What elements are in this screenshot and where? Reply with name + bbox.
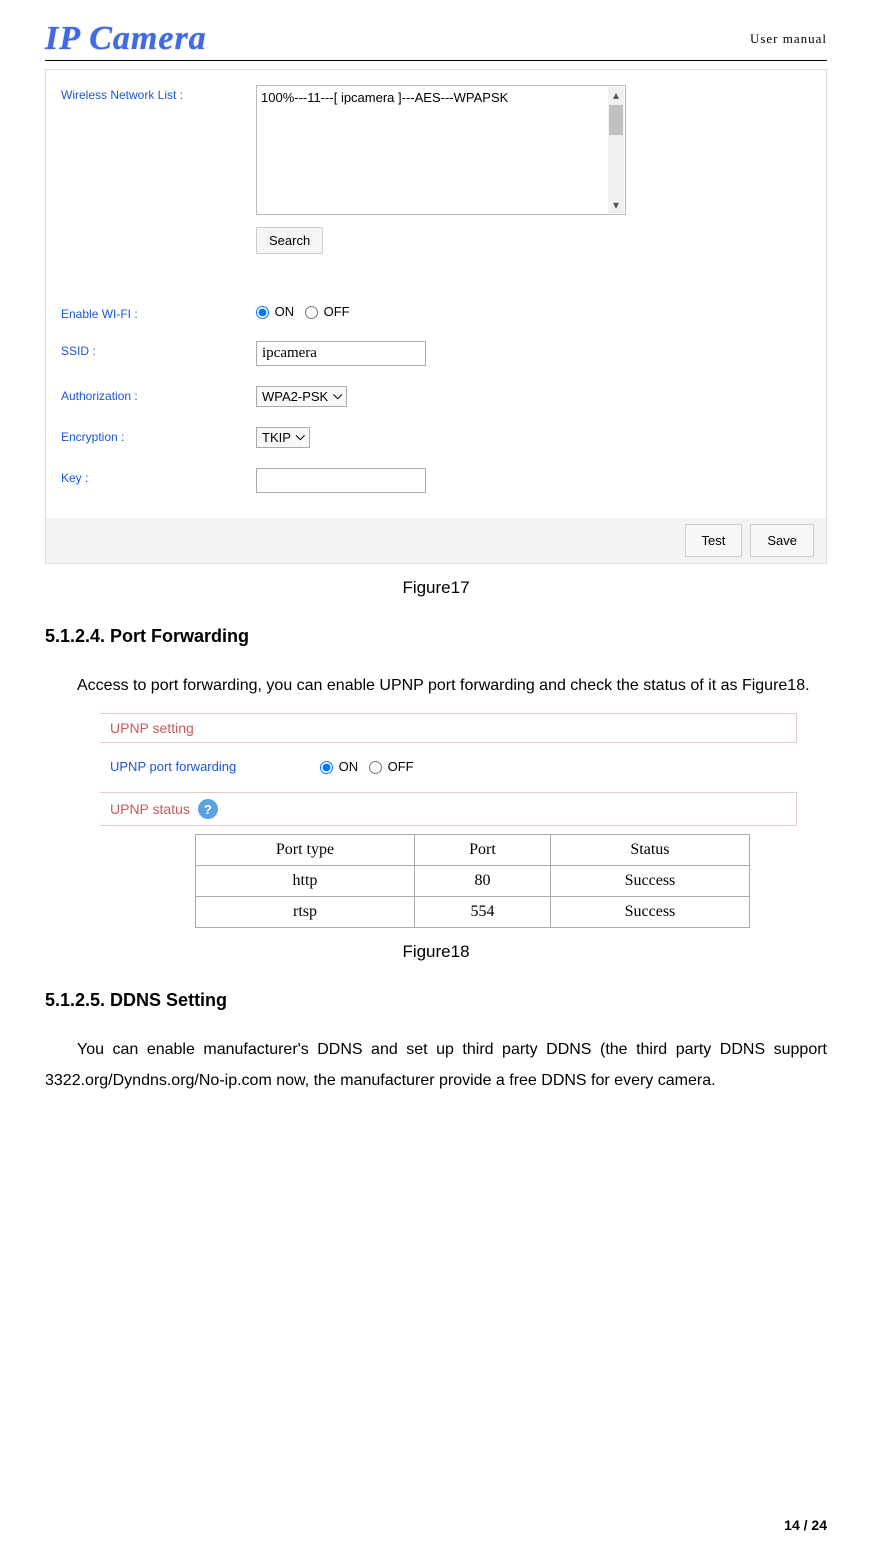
scroll-down-icon[interactable]: ▾: [613, 197, 619, 213]
brand-logo: IP Camera: [45, 20, 207, 58]
upnp-forwarding-label: UPNP port forwarding: [110, 759, 320, 774]
save-button[interactable]: Save: [750, 524, 814, 557]
cell-port: 554: [414, 897, 550, 928]
th-port-type: Port type: [196, 835, 415, 866]
upnp-on-label: ON: [339, 759, 359, 774]
cell-status: Success: [550, 897, 749, 928]
cell-status: Success: [550, 866, 749, 897]
wifi-on-radio[interactable]: [256, 306, 269, 319]
figure17-panel: Wireless Network List : 100%---11---[ ip…: [45, 69, 827, 564]
encryption-label: Encryption :: [61, 427, 256, 444]
section-5125-paragraph: You can enable manufacturer's DDNS and s…: [45, 1035, 827, 1096]
ssid-input[interactable]: [256, 341, 426, 366]
figure18-panel: UPNP setting UPNP port forwarding ON OFF…: [100, 713, 797, 928]
scroll-up-icon[interactable]: ▴: [613, 87, 619, 103]
upnp-off-radio[interactable]: [369, 761, 382, 774]
section-heading-5125: 5.1.2.5. DDNS Setting: [45, 990, 827, 1011]
cell-port-type: rtsp: [196, 897, 415, 928]
section-heading-5124: 5.1.2.4. Port Forwarding: [45, 626, 827, 647]
encryption-select[interactable]: TKIP: [256, 427, 310, 448]
wireless-network-list[interactable]: 100%---11---[ ipcamera ]---AES---WPAPSK …: [256, 85, 626, 215]
th-status: Status: [550, 835, 749, 866]
authorization-select[interactable]: WPA2-PSK: [256, 386, 347, 407]
document-title: User manual: [750, 31, 827, 47]
cell-port-type: http: [196, 866, 415, 897]
bottom-toolbar: Test Save: [46, 518, 826, 563]
wifi-off-label: OFF: [324, 304, 350, 319]
table-row: rtsp 554 Success: [196, 897, 750, 928]
upnp-status-table: Port type Port Status http 80 Success rt…: [195, 834, 750, 928]
th-port: Port: [414, 835, 550, 866]
upnp-status-header-text: UPNP status: [110, 801, 190, 817]
section-5124-paragraph: Access to port forwarding, you can enabl…: [45, 671, 827, 701]
figure18-caption: Figure18: [45, 942, 827, 962]
authorization-label: Authorization :: [61, 386, 256, 403]
page-header: IP Camera User manual: [45, 20, 827, 61]
enable-wifi-label: Enable WI-FI :: [61, 304, 256, 321]
ssid-label: SSID :: [61, 341, 256, 358]
table-row: http 80 Success: [196, 866, 750, 897]
key-label: Key :: [61, 468, 256, 485]
scrollbar[interactable]: ▴ ▾: [608, 87, 624, 213]
page-number: 14 / 24: [784, 1517, 827, 1533]
help-icon[interactable]: ?: [198, 799, 218, 819]
cell-port: 80: [414, 866, 550, 897]
wifi-off-radio[interactable]: [305, 306, 318, 319]
test-button[interactable]: Test: [685, 524, 743, 557]
table-header-row: Port type Port Status: [196, 835, 750, 866]
upnp-off-label: OFF: [388, 759, 414, 774]
wifi-on-label: ON: [275, 304, 295, 319]
search-button[interactable]: Search: [256, 227, 323, 254]
wifi-radio-group: ON OFF: [256, 304, 350, 319]
upnp-on-radio[interactable]: [320, 761, 333, 774]
key-input[interactable]: [256, 468, 426, 493]
figure17-caption: Figure17: [45, 578, 827, 598]
network-item[interactable]: 100%---11---[ ipcamera ]---AES---WPAPSK: [261, 90, 508, 105]
scroll-thumb[interactable]: [609, 105, 623, 135]
wireless-list-label: Wireless Network List :: [61, 85, 256, 102]
upnp-setting-header: UPNP setting: [100, 713, 797, 743]
upnp-setting-header-text: UPNP setting: [110, 720, 194, 736]
upnp-status-header: UPNP status ?: [100, 792, 797, 826]
